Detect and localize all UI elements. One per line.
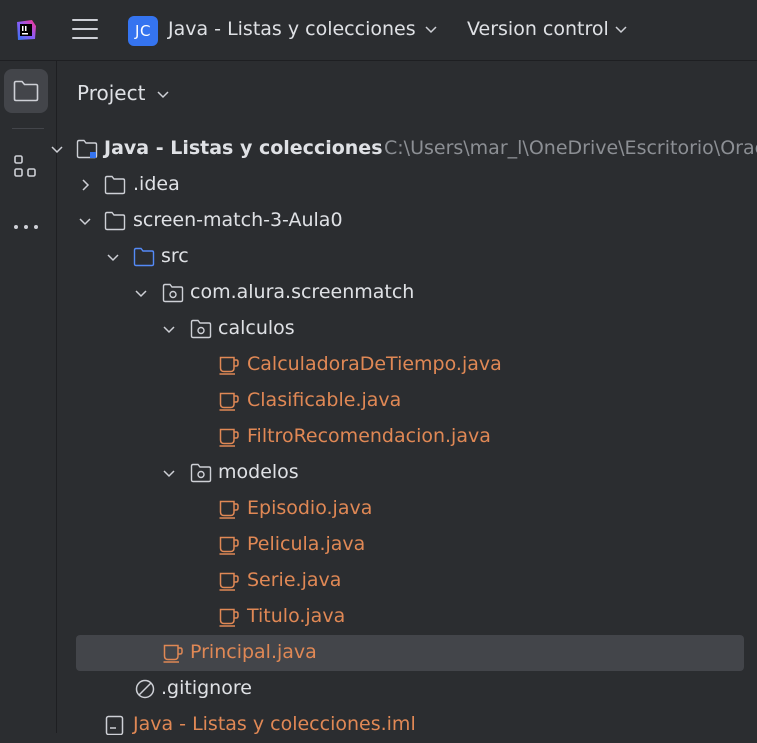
project-tool-button[interactable] <box>4 69 48 113</box>
tree-row-src[interactable]: src <box>76 239 744 275</box>
folder-icon <box>104 211 126 231</box>
tree-row-root[interactable]: Java - Listas y colecciones C:\Users\mar… <box>51 131 757 167</box>
chevron-down-icon[interactable] <box>424 22 438 36</box>
strip-divider <box>12 128 44 129</box>
java-class-icon <box>219 536 239 555</box>
tree-row-file[interactable]: Episodio.java <box>76 491 744 527</box>
tree-label: modelos <box>218 461 299 483</box>
structure-icon <box>14 155 36 177</box>
file-name: Episodio.java <box>247 497 373 519</box>
package-icon <box>190 463 212 483</box>
tree-row-iml[interactable]: Java - Listas y colecciones.iml <box>76 707 744 743</box>
project-badge[interactable]: JC <box>128 16 158 46</box>
tree-row-calculos[interactable]: calculos <box>76 311 744 347</box>
chevron-down-icon[interactable] <box>78 214 92 228</box>
package-icon <box>190 319 212 339</box>
module-folder-icon <box>76 139 98 159</box>
hamburger-menu-icon <box>72 19 98 21</box>
tree-row-package[interactable]: com.alura.screenmatch <box>76 275 744 311</box>
chevron-down-icon[interactable] <box>106 250 120 264</box>
chevron-down-icon[interactable] <box>162 466 176 480</box>
tree-row-file[interactable]: Pelicula.java <box>76 527 744 563</box>
file-name: CalculadoraDeTiempo.java <box>247 353 502 375</box>
file-name: .gitignore <box>161 677 252 699</box>
source-folder-icon <box>133 247 155 267</box>
chevron-down-icon[interactable] <box>614 22 628 36</box>
project-name[interactable]: Java - Listas y colecciones <box>168 18 416 40</box>
tree-row-module[interactable]: screen-match-3-Aula0 <box>76 203 744 239</box>
java-class-icon <box>219 500 239 519</box>
panel-title[interactable]: Project <box>77 81 145 105</box>
tree-row-principal[interactable]: Principal.java <box>76 635 744 671</box>
file-name: Clasificable.java <box>247 389 402 411</box>
tree-label: calculos <box>218 317 295 339</box>
java-class-icon <box>163 644 183 663</box>
file-name: Principal.java <box>190 641 317 663</box>
intellij-logo-icon[interactable] <box>14 18 38 42</box>
file-name: Pelicula.java <box>247 533 366 555</box>
tree-row-modelos[interactable]: modelos <box>76 455 744 491</box>
structure-tool-button[interactable] <box>4 145 48 189</box>
tree-label: .idea <box>133 173 180 195</box>
version-control-menu[interactable]: Version control <box>467 18 609 40</box>
file-name: Titulo.java <box>247 605 346 627</box>
tree-row-file[interactable]: Clasificable.java <box>76 383 744 419</box>
file-name: Serie.java <box>247 569 342 591</box>
java-class-icon <box>219 392 239 411</box>
tree-row-gitignore[interactable]: .gitignore <box>76 671 744 707</box>
tree-label: com.alura.screenmatch <box>190 281 415 303</box>
tree-row-file[interactable]: CalculadoraDeTiempo.java <box>76 347 744 383</box>
tree-row-file[interactable]: FiltroRecomendacion.java <box>76 419 744 455</box>
more-horizontal-icon <box>14 225 38 229</box>
title-bar: JC Java - Listas y colecciones Version c… <box>0 0 757 61</box>
java-class-icon <box>219 572 239 591</box>
chevron-down-icon[interactable] <box>156 87 170 101</box>
folder-icon <box>13 80 39 102</box>
module-file-icon <box>105 715 124 735</box>
file-name: Java - Listas y colecciones.iml <box>133 713 416 735</box>
main-menu-button[interactable] <box>72 19 98 41</box>
java-class-icon <box>219 428 239 447</box>
chevron-down-icon[interactable] <box>134 286 148 300</box>
tree-label: screen-match-3-Aula0 <box>133 209 343 231</box>
chevron-right-icon[interactable] <box>78 178 92 192</box>
tree-row-file[interactable]: Titulo.java <box>76 599 744 635</box>
chevron-down-icon[interactable] <box>50 142 64 156</box>
ignored-file-icon <box>135 679 155 699</box>
project-path: C:\Users\mar_l\OneDrive\Escritorio\Orac <box>384 137 757 159</box>
java-class-icon <box>219 608 239 627</box>
tree-label: src <box>161 245 189 267</box>
tree-row-idea[interactable]: .idea <box>76 167 744 203</box>
file-name: FiltroRecomendacion.java <box>247 425 491 447</box>
chevron-down-icon[interactable] <box>162 322 176 336</box>
package-icon <box>162 283 184 303</box>
tree-label: Java - Listas y colecciones <box>104 137 383 159</box>
java-class-icon <box>219 356 239 375</box>
more-tools-button[interactable] <box>4 205 48 249</box>
tool-window-strip <box>0 61 57 733</box>
folder-icon <box>104 175 126 195</box>
tree-row-file[interactable]: Serie.java <box>76 563 744 599</box>
